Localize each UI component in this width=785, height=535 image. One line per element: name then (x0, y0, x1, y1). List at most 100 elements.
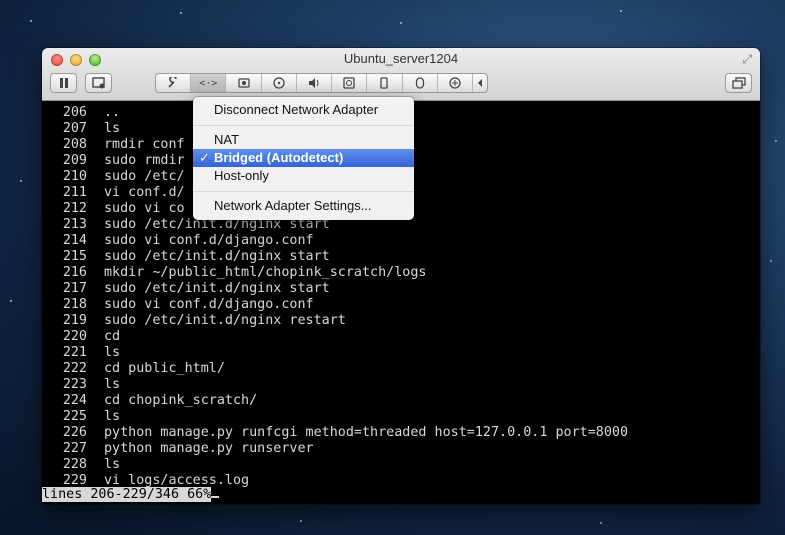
command-text: rmdir conf (104, 137, 185, 152)
star (300, 520, 302, 522)
history-line: 219 sudo /etc/init.d/nginx restart (42, 313, 628, 329)
menu-item-disconnect[interactable]: Disconnect Network Adapter (193, 101, 414, 119)
menu-item-nat[interactable]: NAT (193, 131, 414, 149)
command-text: vi logs/access.log (104, 473, 250, 488)
history-line: 221 ls (42, 345, 628, 361)
shared-folders-button[interactable] (438, 74, 473, 92)
history-line: 217 sudo /etc/init.d/nginx start (42, 281, 628, 297)
line-number: 212 (62, 201, 87, 216)
menu-item-network-settings[interactable]: Network Adapter Settings... (193, 197, 414, 215)
history-line: 223 ls (42, 377, 628, 393)
history-line: 225 ls (42, 409, 628, 425)
text-cursor (211, 496, 220, 498)
title-bar[interactable]: Ubuntu_server1204 ⤢ <·> (42, 48, 760, 101)
shared-folders-icon (449, 77, 461, 89)
window-title: Ubuntu_server1204 (343, 51, 459, 66)
command-text: mkdir ~/public_html/chopink_scratch/logs (104, 265, 427, 280)
line-number: 208 (62, 137, 87, 152)
line-number: 228 (62, 457, 87, 472)
settings-button[interactable] (156, 74, 192, 92)
snapshot-button[interactable] (85, 73, 112, 93)
line-number: 221 (62, 345, 87, 360)
command-text: ls (104, 457, 121, 472)
star (620, 10, 622, 12)
display-button[interactable] (725, 73, 752, 93)
line-number: 227 (62, 441, 87, 456)
command-text: python manage.py runfcgi method=threaded… (104, 425, 629, 440)
command-text: vi conf.d/ (104, 185, 185, 200)
command-text: ls (104, 377, 121, 392)
line-number: 216 (62, 265, 87, 280)
command-text: ls (104, 121, 121, 136)
sound-button[interactable] (297, 74, 333, 92)
command-text: .. (104, 105, 121, 120)
menu-item-bridged-label: Bridged (Autodetect) (214, 150, 344, 165)
line-number: 207 (62, 121, 87, 136)
chevron-left-icon (476, 78, 484, 88)
history-line: 218 sudo vi conf.d/django.conf (42, 297, 628, 313)
star (20, 180, 22, 182)
command-text: sudo /etc/init.d/nginx start (104, 249, 330, 264)
pager-status: lines 206-229/346 66% (42, 487, 220, 503)
hard-disk-icon (237, 77, 250, 89)
command-text: sudo /etc/init.d/nginx restart (104, 313, 346, 328)
history-line: 220 cd (42, 329, 628, 345)
star (600, 522, 602, 524)
command-text: sudo rmdir (104, 153, 185, 168)
command-text: sudo /etc/init.d/nginx start (104, 281, 330, 296)
usb-button[interactable] (367, 74, 403, 92)
history-line: 224 cd chopink_scratch/ (42, 393, 628, 409)
line-number: 211 (62, 185, 87, 200)
line-number: 220 (62, 329, 87, 344)
star (10, 300, 12, 302)
hard-disk-button[interactable] (226, 74, 262, 92)
line-number: 206 (62, 105, 87, 120)
pause-button[interactable] (50, 73, 77, 93)
history-line: 215 sudo /etc/init.d/nginx start (42, 249, 628, 265)
command-text: python manage.py runserver (104, 441, 314, 456)
command-text: sudo vi co (104, 201, 185, 216)
mouse-icon (415, 77, 425, 89)
history-line: 226 python manage.py runfcgi method=threa… (42, 425, 628, 441)
line-number: 214 (62, 233, 87, 248)
line-number: 217 (62, 281, 87, 296)
audio-icon (308, 77, 320, 89)
line-number: 218 (62, 297, 87, 312)
history-line: 216 mkdir ~/public_html/chopink_scratch/l… (42, 265, 628, 281)
pager-status-text: lines 206-229/346 66% (42, 487, 212, 502)
network-adapter-menu: Disconnect Network Adapter NAT ✓ Bridged… (193, 97, 414, 220)
history-line: 227 python manage.py runserver (42, 441, 628, 457)
camera-icon (343, 77, 355, 89)
snapshot-icon (91, 77, 106, 89)
camera-button[interactable] (332, 74, 368, 92)
usb-icon (379, 77, 389, 89)
checkmark-icon: ✓ (199, 150, 210, 165)
wrench-icon (167, 77, 179, 89)
star (770, 260, 772, 262)
history-line: 214 sudo vi conf.d/django.conf (42, 233, 628, 249)
menu-item-bridged[interactable]: ✓ Bridged (Autodetect) (193, 149, 414, 167)
command-text: ls (104, 345, 121, 360)
star (775, 140, 777, 142)
toolbar-collapse-button[interactable] (473, 74, 487, 92)
line-number: 225 (62, 409, 87, 424)
command-text: ls (104, 409, 121, 424)
mouse-button[interactable] (403, 74, 438, 92)
network-icon: <·> (199, 77, 218, 89)
command-text: cd chopink_scratch/ (104, 393, 258, 408)
menu-item-host-only[interactable]: Host-only (193, 167, 414, 185)
fullscreen-icon[interactable]: ⤢ (742, 52, 752, 67)
command-text: cd (104, 329, 121, 344)
line-number: 210 (62, 169, 87, 184)
line-number: 215 (62, 249, 87, 264)
line-number: 226 (62, 425, 87, 440)
history-line: 228 ls (42, 457, 628, 473)
line-number: 223 (62, 377, 87, 392)
cd-dvd-button[interactable] (262, 74, 297, 92)
line-number: 209 (62, 153, 87, 168)
command-text: cd public_html/ (104, 361, 225, 376)
network-adapter-button[interactable]: <·> (191, 74, 227, 92)
display-icon (731, 77, 746, 89)
history-line: 222 cd public_html/ (42, 361, 628, 377)
line-number: 213 (62, 217, 87, 232)
